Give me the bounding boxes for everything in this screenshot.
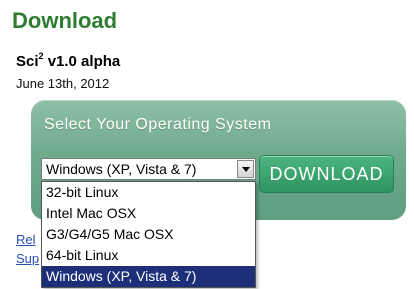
- os-option-32bit-linux[interactable]: 32-bit Linux: [42, 182, 255, 203]
- chevron-down-icon[interactable]: [237, 160, 254, 178]
- os-selection-heading: Select Your Operating System: [44, 116, 272, 133]
- page-title: Download: [12, 8, 118, 33]
- product-name-suffix: v1.0 alpha: [43, 53, 121, 70]
- os-option-g3g4g5-mac[interactable]: G3/G4/G5 Mac OSX: [42, 224, 255, 245]
- os-option-64bit-linux[interactable]: 64-bit Linux: [42, 245, 255, 266]
- support-link[interactable]: Sup: [16, 251, 39, 266]
- os-select[interactable]: Windows (XP, Vista & 7): [41, 158, 256, 180]
- product-name-prefix: Sci: [16, 53, 39, 70]
- download-button[interactable]: DOWNLOAD: [259, 155, 394, 193]
- release-date: June 13th, 2012: [16, 76, 110, 91]
- os-option-windows[interactable]: Windows (XP, Vista & 7): [42, 266, 255, 287]
- product-name: Sci2 v1.0 alpha: [16, 52, 121, 71]
- os-option-intel-mac[interactable]: Intel Mac OSX: [42, 203, 255, 224]
- os-dropdown-list: 32-bit Linux Intel Mac OSX G3/G4/G5 Mac …: [41, 181, 256, 288]
- os-select-value: Windows (XP, Vista & 7): [46, 161, 197, 177]
- release-notes-link[interactable]: Rel: [16, 232, 36, 247]
